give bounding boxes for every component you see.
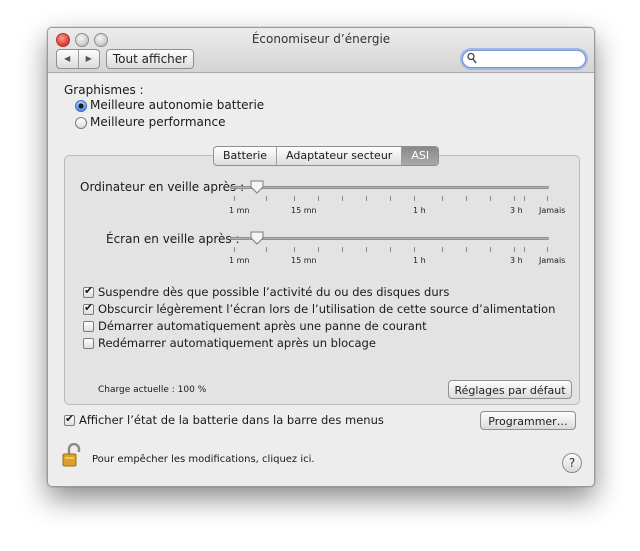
display-sleep-slider-knob[interactable] — [250, 231, 264, 245]
slider-tick — [414, 196, 415, 201]
slider-tick — [466, 247, 467, 252]
tick-label-1h-display: 1 h — [413, 256, 426, 265]
checkbox-restart-power-failure-label[interactable]: Démarrer automatiquement après une panne… — [98, 319, 427, 333]
checkbox-restart-freeze-label[interactable]: Redémarrer automatiquement après un bloc… — [98, 336, 376, 350]
slider-tick — [266, 247, 267, 252]
slider-tick — [342, 247, 343, 252]
lock-icon[interactable] — [62, 443, 82, 469]
slider-tick — [318, 247, 319, 252]
slider-tick — [547, 196, 548, 201]
tab-battery[interactable]: Batterie — [214, 147, 278, 165]
slider-tick — [514, 196, 515, 201]
display-sleep-slider[interactable] — [230, 237, 549, 240]
radio-battery-life-label[interactable]: Meilleure autonomie batterie — [90, 98, 264, 112]
radio-performance[interactable] — [75, 117, 87, 129]
slider-tick — [294, 247, 295, 252]
slider-tick — [342, 196, 343, 201]
slider-tick — [266, 196, 267, 201]
tab-power-adapter[interactable]: Adaptateur secteur — [277, 147, 403, 165]
title-bar: Économiseur d’énergie ◀ ▶ Tout afficher — [48, 28, 594, 73]
tick-label-never: Jamais — [539, 206, 566, 215]
checkbox-show-battery-menu[interactable] — [64, 412, 75, 426]
help-icon[interactable]: ? — [562, 453, 582, 473]
tick-label-1mn-display: 1 mn — [229, 256, 250, 265]
computer-sleep-slider[interactable] — [230, 186, 549, 189]
current-charge-text: Charge actuelle : 100 % — [98, 385, 207, 395]
slider-tick — [366, 247, 367, 252]
slider-tick — [390, 196, 391, 201]
back-arrow-icon[interactable]: ◀ — [57, 50, 79, 68]
display-sleep-label: Écran en veille après : — [106, 232, 240, 246]
radio-battery-life[interactable] — [75, 100, 87, 112]
search-icon — [467, 52, 477, 67]
slider-tick — [466, 196, 467, 201]
slider-tick — [524, 196, 525, 201]
forward-arrow-icon[interactable]: ▶ — [79, 50, 100, 68]
slider-tick — [234, 196, 235, 201]
tick-label-1h: 1 h — [413, 206, 426, 215]
slider-tick — [490, 196, 491, 201]
show-all-button[interactable]: Tout afficher — [106, 49, 194, 69]
tick-label-3h: 3 h — [510, 206, 523, 215]
lock-message[interactable]: Pour empêcher les modifications, cliquez… — [92, 454, 315, 465]
slider-tick — [490, 247, 491, 252]
tick-label-3h-display: 3 h — [510, 256, 523, 265]
slider-tick — [514, 247, 515, 252]
back-forward-control: ◀ ▶ — [56, 49, 100, 69]
checkbox-show-battery-menu-label[interactable]: Afficher l’état de la batterie dans la b… — [79, 413, 384, 427]
slider-tick — [294, 196, 295, 201]
tab-ups[interactable]: ASI — [402, 147, 439, 165]
checkbox-restart-freeze[interactable] — [83, 338, 94, 349]
window-title: Économiseur d’énergie — [251, 32, 391, 46]
preferences-window: Économiseur d’énergie ◀ ▶ Tout afficher … — [47, 27, 595, 487]
slider-tick — [390, 247, 391, 252]
slider-tick — [234, 247, 235, 252]
checkbox-suspend-disks-label[interactable]: Suspendre dès que possible l’activité du… — [98, 285, 449, 299]
slider-tick — [442, 196, 443, 201]
graphics-label: Graphismes : — [64, 83, 144, 97]
slider-tick — [524, 247, 525, 252]
tick-label-never-display: Jamais — [539, 256, 566, 265]
tick-label-15mn-display: 15 mn — [291, 256, 317, 265]
computer-sleep-slider-knob[interactable] — [250, 180, 264, 194]
slider-tick — [414, 247, 415, 252]
restore-defaults-button[interactable]: Réglages par défaut — [448, 380, 572, 399]
checkbox-dim-display[interactable] — [83, 301, 94, 315]
schedule-button[interactable]: Programmer… — [480, 411, 576, 430]
radio-performance-label[interactable]: Meilleure performance — [90, 115, 225, 129]
slider-tick — [547, 247, 548, 252]
slider-tick — [366, 196, 367, 201]
search-input[interactable] — [479, 51, 579, 67]
tick-label-15mn: 15 mn — [291, 206, 317, 215]
tick-label-1mn: 1 mn — [229, 206, 250, 215]
power-source-tabs: Batterie Adaptateur secteur ASI — [213, 146, 440, 166]
slider-tick — [442, 247, 443, 252]
search-field[interactable] — [462, 50, 586, 68]
checkbox-suspend-disks[interactable] — [83, 284, 94, 298]
computer-sleep-label: Ordinateur en veille après : — [80, 180, 245, 194]
slider-tick — [318, 196, 319, 201]
checkbox-restart-power-failure[interactable] — [83, 321, 94, 332]
checkbox-dim-display-label[interactable]: Obscurcir légèrement l’écran lors de l’u… — [98, 302, 555, 316]
